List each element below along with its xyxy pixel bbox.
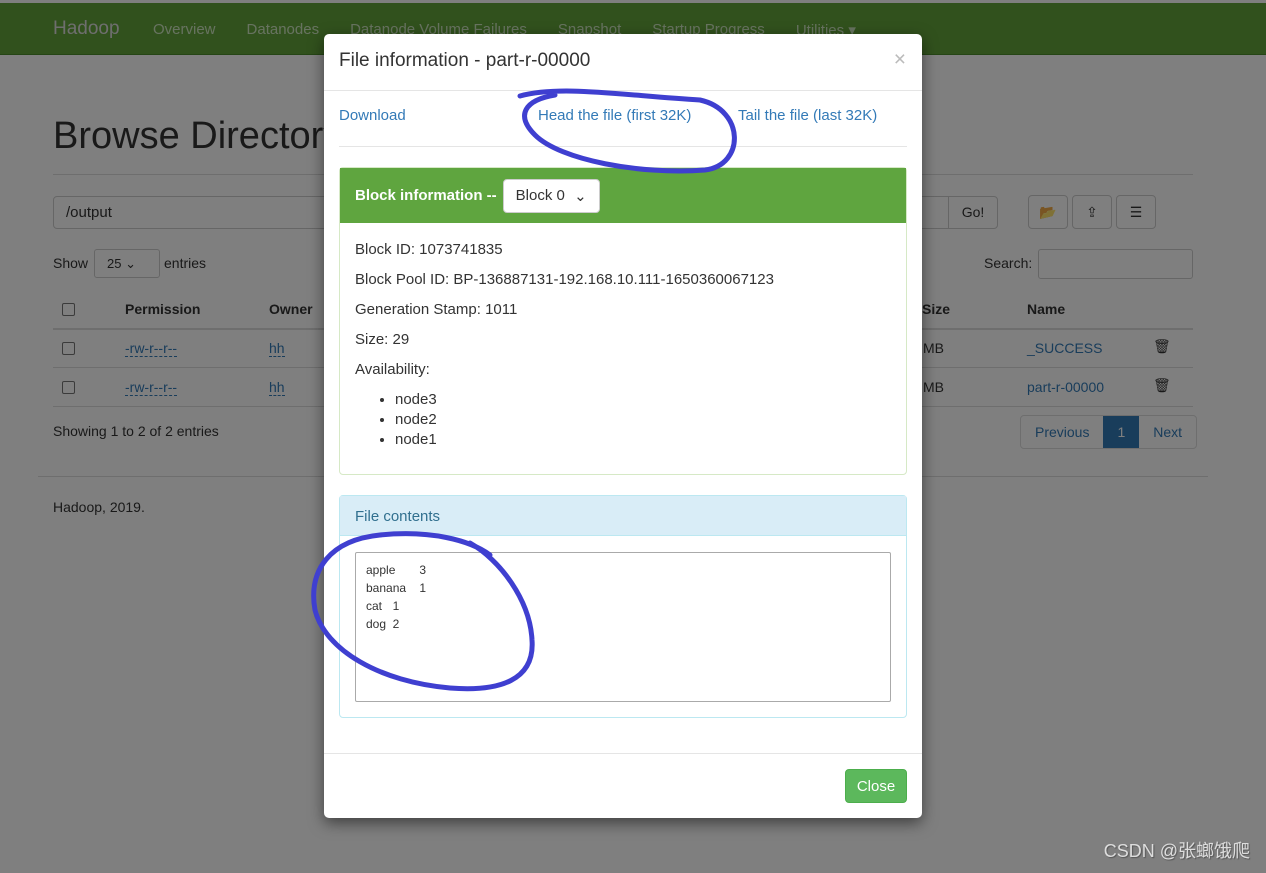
download-link[interactable]: Download bbox=[339, 107, 406, 124]
generation-stamp: Generation Stamp: 1011 bbox=[355, 301, 518, 318]
file-contents-label: File contents bbox=[340, 496, 906, 536]
divider bbox=[339, 146, 907, 147]
tail-file-link[interactable]: Tail the file (last 32K) bbox=[738, 107, 877, 124]
close-button[interactable]: Close bbox=[845, 769, 907, 803]
file-info-modal: File information - part-r-00000 × Downlo… bbox=[324, 34, 922, 818]
watermark: CSDN @张螂饿爬 bbox=[1103, 841, 1250, 861]
chevron-down-icon: ⌄ bbox=[574, 187, 587, 205]
modal-title: File information - part-r-00000 bbox=[339, 50, 591, 71]
divider bbox=[324, 753, 922, 754]
block-select-value: Block 0 bbox=[515, 187, 565, 204]
block-pool-id: Block Pool ID: BP-136887131-192.168.10.1… bbox=[355, 271, 774, 288]
block-select[interactable]: Block 0 ⌄ bbox=[502, 178, 600, 213]
block-size: Size: 29 bbox=[355, 331, 410, 348]
block-info-panel: Block information -- Block 0 ⌄ Block ID: … bbox=[339, 167, 907, 475]
close-icon[interactable]: × bbox=[894, 48, 906, 72]
node-list: node3 node2 node1 bbox=[395, 390, 437, 450]
availability-label: Availability: bbox=[355, 361, 430, 378]
head-file-link[interactable]: Head the file (first 32K) bbox=[538, 107, 691, 124]
file-contents-panel: File contents apple 3 banana 1 cat 1 dog… bbox=[339, 495, 907, 718]
node-item: node1 bbox=[395, 430, 437, 450]
block-id: Block ID: 1073741835 bbox=[355, 241, 503, 258]
file-contents-textarea[interactable]: apple 3 banana 1 cat 1 dog 2 bbox=[355, 552, 891, 702]
divider bbox=[324, 90, 922, 91]
node-item: node2 bbox=[395, 410, 437, 430]
block-info-label: Block information -- bbox=[355, 187, 497, 204]
node-item: node3 bbox=[395, 390, 437, 410]
